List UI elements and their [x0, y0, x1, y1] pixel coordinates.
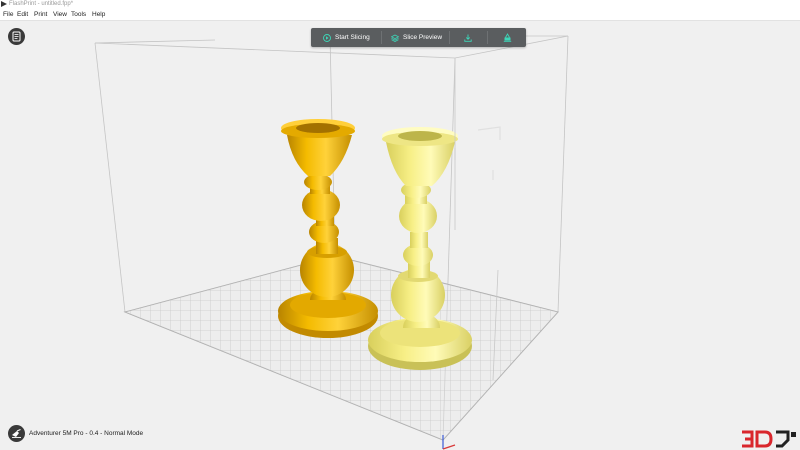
send-to-printer-button[interactable] [503, 28, 516, 47]
menu-bar: File Edit Print View Tools Help [0, 9, 800, 21]
menu-print[interactable]: Print [34, 11, 47, 18]
layers-icon [391, 34, 399, 42]
3d-viewport[interactable] [0, 21, 800, 450]
build-volume-scene [94, 35, 569, 450]
menu-view[interactable]: View [53, 11, 67, 18]
candlestick-model-left[interactable] [278, 119, 378, 338]
slicing-toolbar: Start Slicing Slice Preview [311, 28, 526, 47]
window-title: FlashPrint - untitled.fpp* [9, 1, 74, 7]
toolbar-divider [487, 31, 488, 44]
document-icon [12, 31, 21, 42]
send-to-printer-icon [503, 33, 512, 42]
export-button[interactable] [464, 28, 476, 47]
flashprint-app-icon [1, 1, 7, 7]
download-icon [464, 34, 472, 42]
menu-tools[interactable]: Tools [71, 11, 86, 18]
toolbar-divider [381, 31, 382, 44]
menu-file[interactable]: File [3, 11, 13, 18]
3dj-watermark-logo [742, 430, 796, 448]
title-bar: FlashPrint - untitled.fpp* [0, 0, 800, 9]
selection-bounding-box [454, 126, 501, 180]
slice-preview-label: Slice Preview [403, 34, 443, 41]
printer-status-text: Adventurer 5M Pro - 0.4 - Normal Mode [29, 430, 144, 437]
play-icon [323, 33, 331, 42]
menu-edit[interactable]: Edit [17, 11, 28, 18]
candlestick-model-right[interactable] [368, 127, 472, 370]
printer-icon [12, 429, 21, 438]
model-info-button[interactable] [8, 28, 25, 45]
printer-status-button[interactable] [8, 425, 25, 442]
menu-help[interactable]: Help [92, 11, 105, 18]
start-slicing-button[interactable]: Start Slicing [323, 28, 370, 47]
slice-preview-button[interactable]: Slice Preview [391, 28, 442, 47]
start-slicing-label: Start Slicing [335, 34, 370, 41]
toolbar-divider [449, 31, 450, 44]
